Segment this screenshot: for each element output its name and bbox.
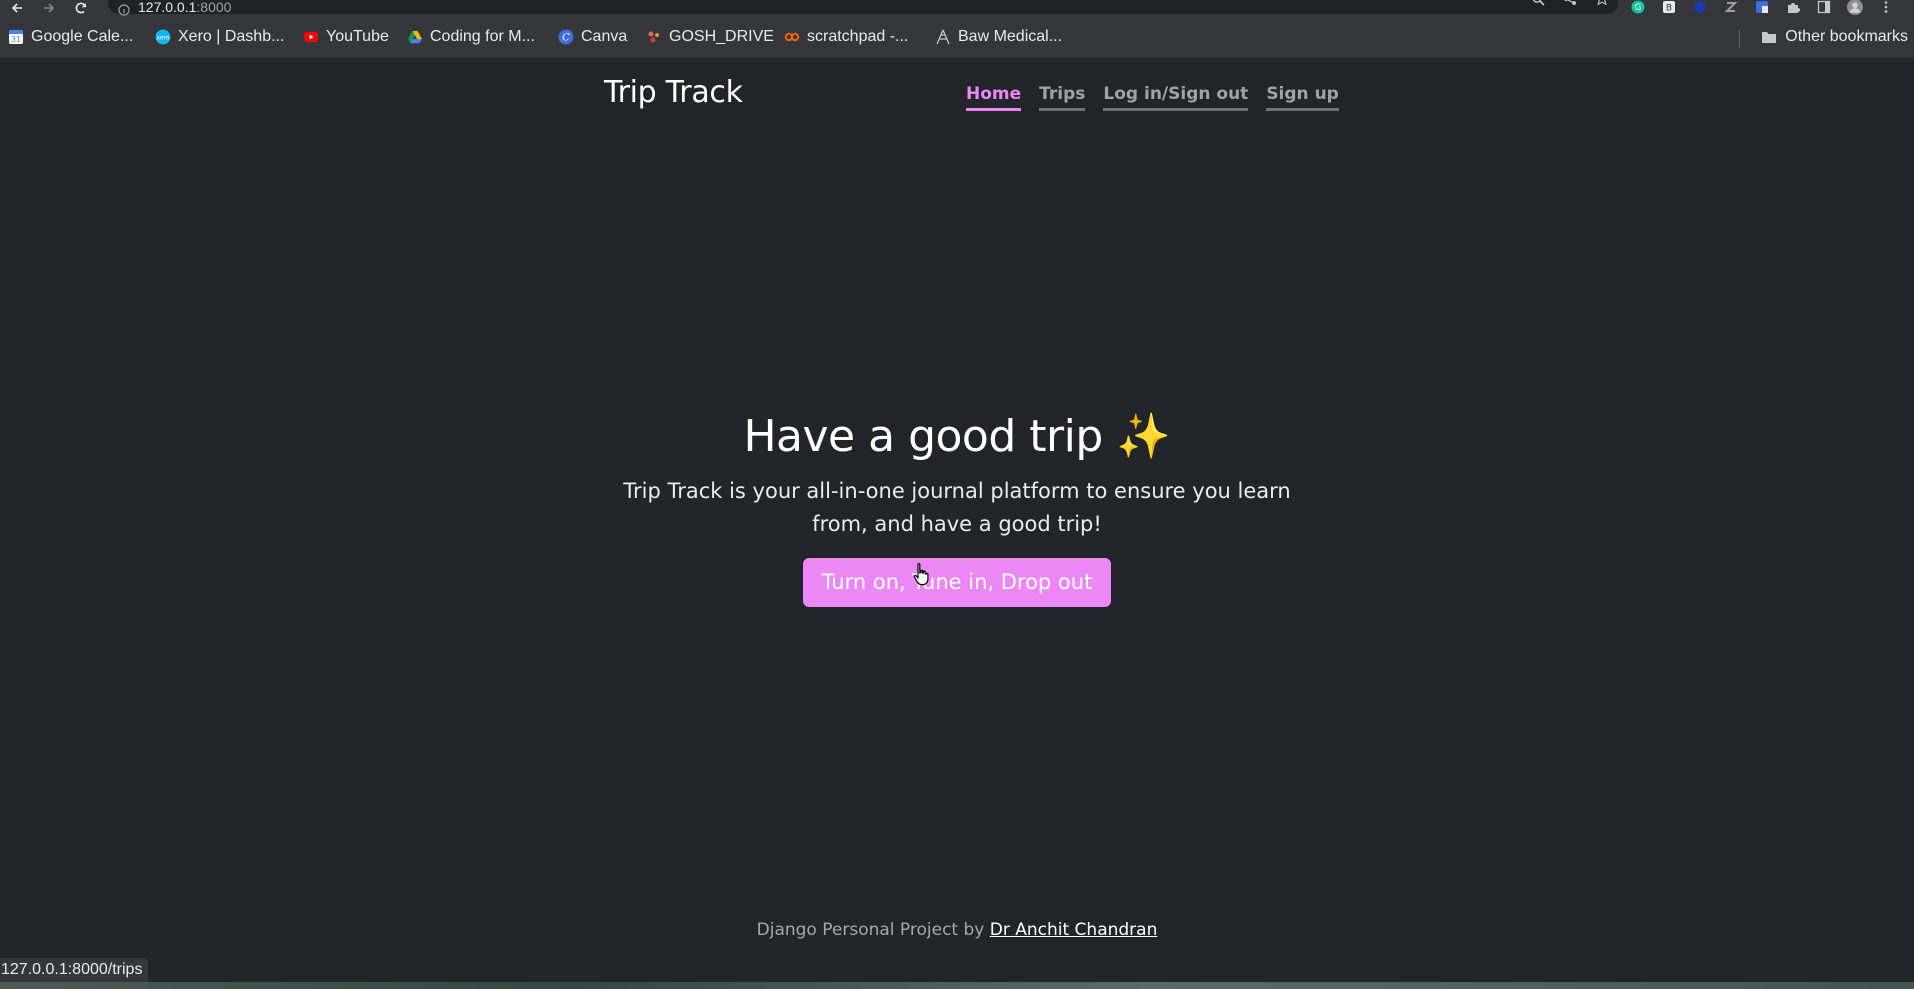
svg-text:B: B: [1665, 3, 1671, 13]
grammarly-icon[interactable]: G: [1622, 0, 1653, 14]
nav-login-signout[interactable]: Log in/Sign out: [1103, 84, 1249, 111]
drive-icon: [646, 29, 662, 45]
share-icon[interactable]: [1554, 0, 1586, 6]
bookmark-xero[interactable]: xero Xero | Dashb...: [155, 28, 284, 46]
reload-icon[interactable]: [70, 0, 92, 15]
svg-text:G: G: [1634, 3, 1641, 13]
bookmarks-divider: [1739, 30, 1740, 48]
nav-signup[interactable]: Sign up: [1266, 84, 1339, 111]
address-bar[interactable]: 127.0.0.1:8000: [108, 0, 1618, 16]
google-calendar-icon: 31: [8, 29, 24, 45]
google-drive-icon: [407, 29, 423, 45]
site-header: Trip Track Home Trips Log in/Sign out Si…: [0, 58, 1914, 128]
extensions-puzzle-icon[interactable]: [1777, 0, 1808, 14]
hero-section: Have a good trip ✨ Trip Track is your al…: [0, 405, 1914, 607]
desktop-strip: [0, 982, 1914, 989]
site-footer: Django Personal Project by Dr Anchit Cha…: [0, 920, 1914, 940]
nav-home[interactable]: Home: [966, 84, 1022, 111]
back-icon[interactable]: [6, 0, 28, 15]
extension-circle-icon[interactable]: [1684, 0, 1715, 14]
zoom-icon[interactable]: [1522, 0, 1554, 6]
browser-menu-icon[interactable]: [1870, 0, 1901, 14]
hero-title: Have a good trip ✨: [743, 411, 1171, 462]
replit-icon: [784, 29, 800, 45]
hero-lead: Trip Track is your all-in-one journal pl…: [623, 479, 1291, 536]
extension-shield-icon[interactable]: [1746, 0, 1777, 14]
nav-trips[interactable]: Trips: [1039, 84, 1086, 111]
svg-text:xero: xero: [156, 35, 169, 42]
link-status-bubble: 127.0.0.1:8000/trips: [0, 958, 149, 982]
bookmark-coding-for-m[interactable]: Coding for M...: [407, 28, 535, 46]
canva-icon: C: [558, 29, 574, 45]
footer-author-link[interactable]: Dr Anchit Chandran: [990, 920, 1158, 940]
bookmark-youtube[interactable]: YouTube: [303, 28, 389, 46]
medical-icon: [935, 29, 951, 45]
cta-button[interactable]: Turn on, Tune in, Drop out: [802, 558, 1112, 607]
bookmarks-bar: 31 Google Cale... xero Xero | Dashb... Y…: [0, 17, 1914, 58]
forward-icon[interactable]: [38, 0, 60, 15]
bookmark-baw-medical[interactable]: Baw Medical...: [935, 28, 1062, 46]
footer-text: Django Personal Project by: [756, 920, 990, 940]
extension-z-icon[interactable]: [1715, 0, 1746, 14]
bookmark-scratchpad[interactable]: scratchpad -...: [784, 28, 908, 46]
other-bookmarks-folder[interactable]: Other bookmarks: [1761, 28, 1908, 46]
svg-text:C: C: [562, 33, 570, 44]
bookmark-gosh-drive[interactable]: GOSH_DRIVE: [646, 28, 774, 46]
bookmark-star-icon[interactable]: [1586, 0, 1618, 6]
folder-icon: [1761, 29, 1777, 45]
main-nav: Home Trips Log in/Sign out Sign up: [966, 84, 1357, 111]
site-brand[interactable]: Trip Track: [604, 75, 743, 110]
youtube-icon: [303, 29, 319, 45]
extension-b-icon[interactable]: B: [1653, 0, 1684, 14]
bookmark-canva[interactable]: C Canva: [558, 28, 627, 46]
browser-toolbar: 127.0.0.1:8000 G B: [0, 0, 1914, 17]
bookmark-google-calendar[interactable]: 31 Google Cale...: [8, 28, 133, 46]
address-url: 127.0.0.1:8000: [138, 0, 232, 15]
hand-cursor-icon: [913, 563, 929, 586]
xero-icon: xero: [155, 29, 171, 45]
profile-avatar-icon[interactable]: [1839, 0, 1870, 15]
site-info-icon[interactable]: [118, 1, 130, 16]
svg-text:31: 31: [11, 35, 21, 44]
side-panel-icon[interactable]: [1808, 0, 1839, 14]
